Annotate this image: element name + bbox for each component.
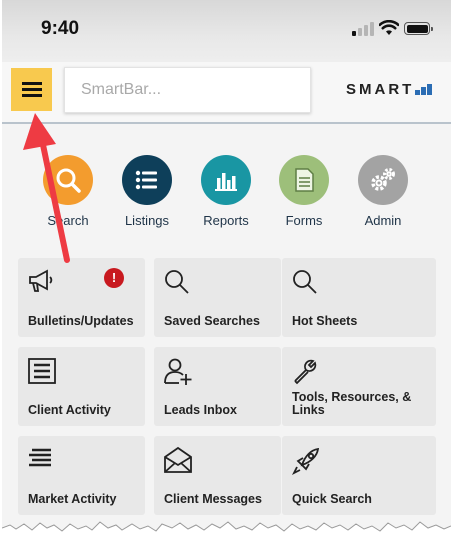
tile-hot-sheets[interactable]: Hot Sheets xyxy=(282,258,436,337)
tile-quick-search[interactable]: Quick Search xyxy=(282,436,436,515)
status-time: 9:40 xyxy=(41,18,80,39)
tile-client-messages[interactable]: Client Messages xyxy=(154,436,281,515)
wifi-icon xyxy=(379,20,399,35)
rocket-icon xyxy=(291,447,320,476)
nav-reports[interactable]: Reports xyxy=(190,155,262,235)
tile-client-activity[interactable]: Client Activity xyxy=(18,347,145,426)
tile-label: Saved Searches xyxy=(164,314,260,328)
cellular-signal-icon xyxy=(352,22,374,36)
torn-edge-decoration xyxy=(2,521,451,551)
gears-icon xyxy=(358,155,408,205)
nav-listings-label: Listings xyxy=(124,213,170,228)
document-icon xyxy=(279,155,329,205)
nav-admin-label: Admin xyxy=(364,213,402,228)
tile-label: Leads Inbox xyxy=(164,403,237,417)
alert-badge: ! xyxy=(104,268,124,288)
tile-label: Tools, Resources, & Links xyxy=(292,390,412,417)
status-bar: 9:40 xyxy=(2,0,451,62)
hamburger-menu-button[interactable] xyxy=(11,68,52,111)
nav-forms[interactable]: Forms xyxy=(268,155,340,235)
tile-label: Quick Search xyxy=(292,492,372,506)
smartbar-input[interactable]: SmartBar... xyxy=(64,67,311,113)
battery-icon xyxy=(404,22,433,35)
phone-screen: 9:40 SmartBar... SMART Search Listings R… xyxy=(2,0,451,551)
search-icon xyxy=(165,270,189,294)
logo-bars-icon xyxy=(415,83,433,95)
tile-market-activity[interactable]: Market Activity xyxy=(18,436,145,515)
search-icon xyxy=(293,270,317,294)
tile-label: Client Activity xyxy=(28,403,111,417)
add-user-icon xyxy=(164,358,192,385)
megaphone-icon xyxy=(29,269,53,292)
nav-search[interactable]: Search xyxy=(32,155,104,235)
tile-tools-resources-links[interactable]: Tools, Resources, & Links xyxy=(282,347,436,426)
smartbar-placeholder: SmartBar... xyxy=(81,81,162,98)
list-icon xyxy=(122,155,172,205)
nav-search-label: Search xyxy=(47,213,89,228)
bar-chart-icon xyxy=(201,155,251,205)
envelope-icon xyxy=(164,446,192,473)
nav-reports-label: Reports xyxy=(203,213,249,228)
nav-forms-label: Forms xyxy=(285,213,323,228)
activity-list-icon xyxy=(28,358,56,384)
tile-leads-inbox[interactable]: Leads Inbox xyxy=(154,347,281,426)
tile-bulletins-updates[interactable]: ! Bulletins/Updates xyxy=(18,258,145,337)
lines-icon xyxy=(29,448,51,467)
app-header: SmartBar... SMART xyxy=(2,62,451,124)
tile-label: Market Activity xyxy=(28,492,117,506)
logo-text: SMART xyxy=(346,80,415,98)
search-icon xyxy=(43,155,93,205)
nav-admin[interactable]: Admin xyxy=(347,155,419,235)
nav-listings[interactable]: Listings xyxy=(111,155,183,235)
wrench-icon xyxy=(294,359,317,385)
tile-saved-searches[interactable]: Saved Searches xyxy=(154,258,281,337)
tile-label: Bulletins/Updates xyxy=(28,314,134,328)
smart-logo: SMART xyxy=(346,80,433,98)
tile-label: Hot Sheets xyxy=(292,314,358,328)
tile-label: Client Messages xyxy=(164,492,262,506)
